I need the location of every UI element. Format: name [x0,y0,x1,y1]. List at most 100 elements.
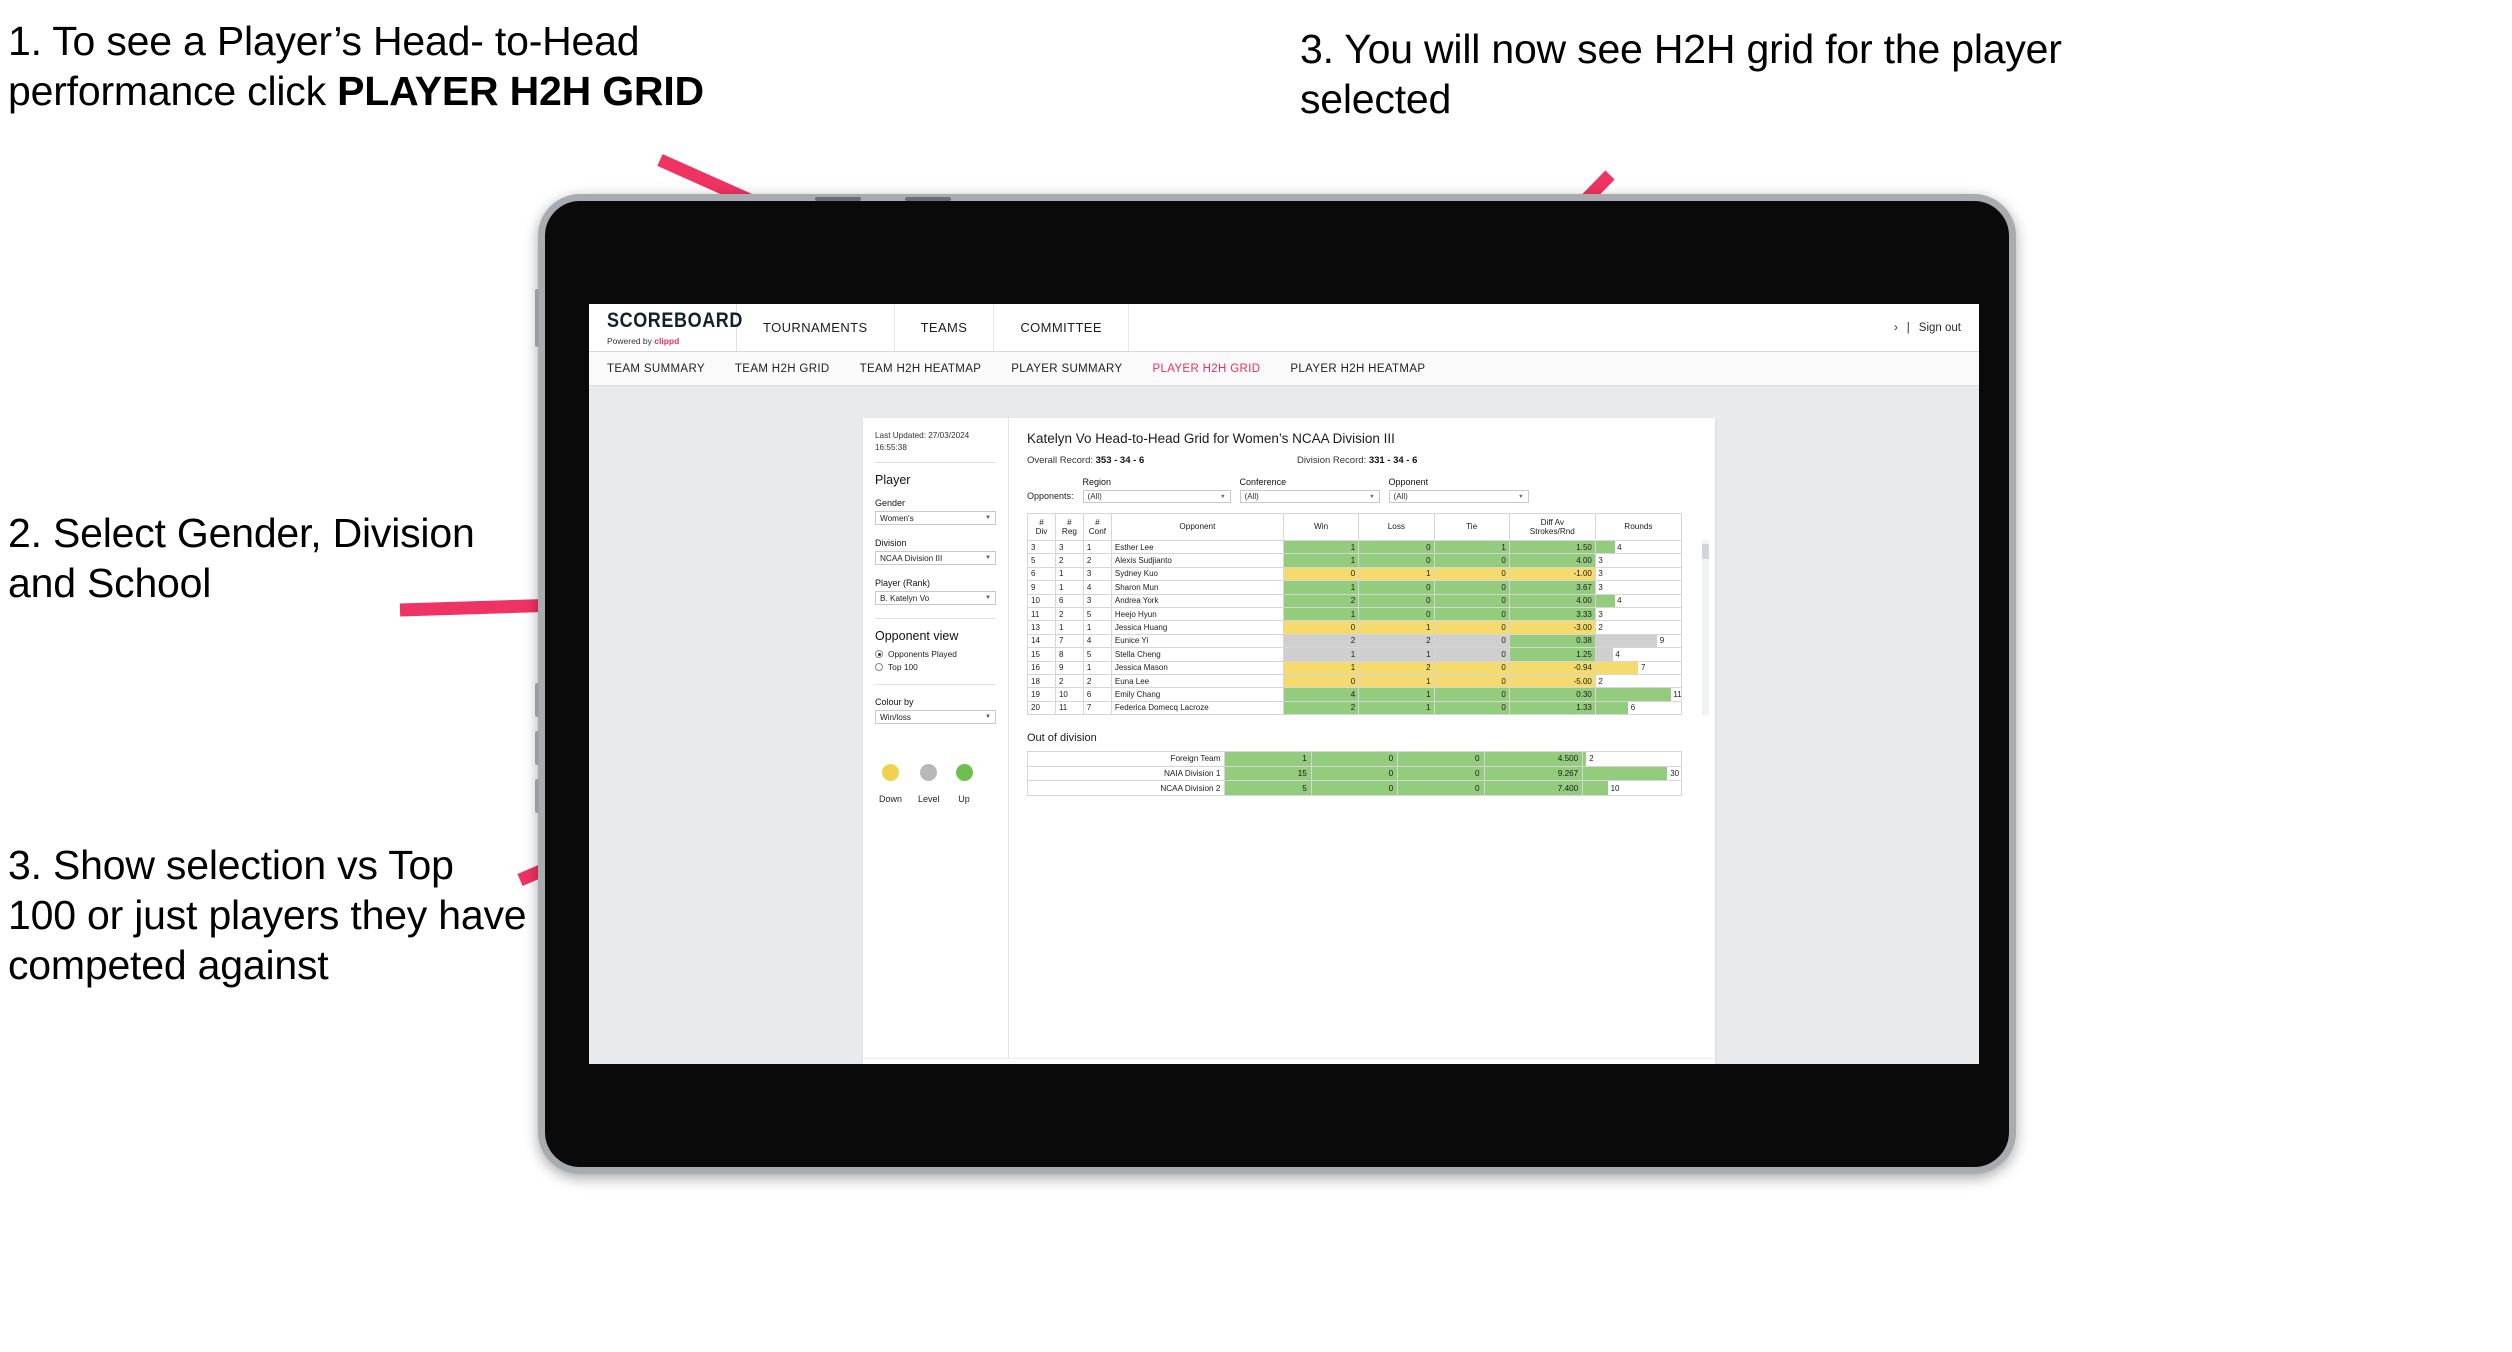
table-row[interactable]: 9 1 4 Sharon Mun 1 0 0 3.67 3 [1027,580,1683,595]
scrollbar-thumb[interactable] [1702,544,1709,559]
cell-rounds: 2 [1594,673,1683,689]
out-of-division-row[interactable]: NCAA Division 2 5 0 0 7.400 10 [1026,780,1682,796]
column-header--conf[interactable]: # Conf [1082,513,1112,541]
rounds-value: 4 [1615,649,1620,659]
opponent-label: Opponent [1388,477,1429,487]
legend-dot-down [882,764,899,782]
cell-win: 15 [1224,765,1312,782]
topnav-item-tournaments[interactable]: TOURNAMENTS [737,304,895,351]
topnav-item-committee[interactable]: COMMITTEE [994,304,1129,351]
cell-rank-reg: 6 [1054,593,1084,608]
cell-group-name: NAIA Division 1 [1026,765,1226,782]
division-select[interactable]: NCAA Division III ▼ [875,551,996,566]
cell-tie: 1 [1433,539,1510,555]
rounds-value: 30 [1670,768,1680,778]
brand-logo[interactable]: SCOREBOARD Powered by clippd [589,304,742,351]
cell-win: 2 [1282,593,1360,608]
out-of-division-row[interactable]: Foreign Team 1 0 0 4.500 2 [1026,751,1682,767]
subnav-item-team-h2h-grid[interactable]: TEAM H2H GRID [735,363,830,375]
cell-tie: 0 [1433,566,1510,582]
colour-by-select[interactable]: Win/loss ▼ [875,710,996,725]
table-row[interactable]: 20 11 7 Federica Domecq Lacroze 2 1 0 1.33 6 [1027,700,1683,716]
table-row[interactable]: 11 2 5 Heejo Hyun 1 0 0 3.33 3 [1027,606,1683,622]
table-row[interactable]: 10 6 3 Andrea York 2 0 0 4.00 4 [1027,593,1683,608]
page-title: Katelyn Vo Head-to-Head Grid for Women’s… [1027,431,1395,446]
region-select[interactable]: (All) ▼ [1082,490,1231,503]
division-value: NCAA Division III [880,553,943,563]
column-header-diff-av-strokes-rnd[interactable]: Diff Av Strokes/Rnd [1508,513,1596,541]
overall-record-value: 353 - 34 - 6 [1095,455,1145,466]
subnav-item-player-summary[interactable]: PLAYER SUMMARY [1011,363,1122,375]
player-rank-select[interactable]: B. Katelyn Vo ▼ [875,591,996,606]
cell-rank-conf: 3 [1082,566,1112,582]
rounds-value: 3 [1598,582,1603,592]
table-row[interactable]: 18 2 2 Euna Lee 0 1 0 -5.00 2 [1027,673,1683,689]
cell-win: 5 [1224,780,1312,796]
cell-rank-conf: 4 [1082,633,1112,649]
cell-win: 2 [1282,633,1360,649]
table-row[interactable]: 13 1 1 Jessica Huang 0 1 0 -3.00 2 [1027,620,1683,635]
cell-win: 4 [1282,687,1360,702]
subnav-item-team-h2h-heatmap[interactable]: TEAM H2H HEATMAP [860,363,982,375]
cell-rounds: 30 [1582,765,1682,782]
cell-rank-reg: 10 [1054,687,1084,702]
opponent-select[interactable]: (All) ▼ [1388,490,1529,503]
cell-rank-reg: 8 [1054,647,1084,662]
h2h-grid-table: # Div # Reg # Conf Opponent Win Loss Tie Diff Av St… [1027,513,1683,716]
cell-group-name: NCAA Division 2 [1026,780,1226,796]
cell-tie: 0 [1433,580,1510,595]
cell-diff: 0.38 [1508,633,1596,649]
vertical-scrollbar[interactable] [1702,540,1709,715]
rounds-value: 2 [1598,623,1603,633]
conference-select[interactable]: (All) ▼ [1239,490,1380,503]
cell-rank-div: 5 [1027,553,1056,568]
table-row[interactable]: 5 2 2 Alexis Sudjianto 1 0 0 4.00 3 [1027,553,1683,568]
column-header--reg[interactable]: # Reg [1054,513,1084,541]
bottom-toolbar: ↺ ↻ ↺ ⛃ ⛁ ▭ ▼ ⏱ ▤ View: Original ▥ Save … [863,1058,1715,1064]
cell-rounds: 3 [1594,566,1683,582]
column-header-opponent[interactable]: Opponent [1110,513,1284,541]
division-label: Division [875,538,907,549]
cell-rank-reg: 7 [1054,633,1084,649]
cell-rank-div: 13 [1027,620,1056,635]
account-chevron-icon[interactable]: › [1894,322,1898,334]
subnav-item-player-h2h-heatmap[interactable]: PLAYER H2H HEATMAP [1290,363,1425,375]
out-of-division-row[interactable]: NAIA Division 1 15 0 0 9.267 30 [1026,765,1682,782]
gender-select[interactable]: Women's ▼ [875,511,996,526]
legend-dot-level [920,764,938,782]
gender-label: Gender [875,498,906,509]
column-header-loss[interactable]: Loss [1358,513,1435,541]
gender-value: Women's [880,513,914,523]
column-header-tie[interactable]: Tie [1433,513,1510,541]
tablet-speaker-right [905,197,951,201]
cell-tie: 0 [1397,765,1485,782]
subnav-item-team-summary[interactable]: TEAM SUMMARY [607,363,705,375]
cell-win: 2 [1282,700,1360,716]
cell-win: 0 [1282,620,1360,635]
table-row[interactable]: 16 9 1 Jessica Mason 1 2 0 -0.94 7 [1027,660,1683,675]
table-row[interactable]: 6 1 3 Sydney Kuo 0 1 0 -1.00 3 [1027,566,1683,582]
cell-loss: 1 [1358,620,1435,635]
topnav-item-teams[interactable]: TEAMS [895,304,995,351]
column-header-rounds[interactable]: Rounds [1594,513,1683,541]
opponents-label: Opponents: [1027,491,1074,501]
cell-rounds: 3 [1594,553,1683,568]
column-header-win[interactable]: Win [1282,513,1360,541]
rounds-value: 2 [1589,754,1594,764]
table-row[interactable]: 3 3 1 Esther Lee 1 0 1 1.50 4 [1027,539,1683,555]
table-row[interactable]: 15 8 5 Stella Cheng 1 1 0 1.25 4 [1027,647,1683,662]
cell-tie: 0 [1433,687,1510,702]
sign-out-link[interactable]: Sign out [1919,322,1961,334]
radio-top-100[interactable]: Top 100 [875,662,996,672]
radio-opponents-played[interactable]: Opponents Played [875,649,996,659]
cell-rank-reg: 2 [1054,606,1084,622]
table-row[interactable]: 14 7 4 Eunice Yi 2 2 0 0.38 9 [1027,633,1683,649]
colour-by-value: Win/loss [880,712,911,722]
cell-tie: 0 [1433,606,1510,622]
cell-loss: 0 [1310,780,1399,796]
overall-record-label: Overall Record: [1027,455,1096,466]
subnav-item-player-h2h-grid[interactable]: PLAYER H2H GRID [1152,363,1260,375]
table-row[interactable]: 19 10 6 Emily Chang 4 1 0 0.30 11 [1027,687,1683,702]
rounds-bar [1583,781,1608,795]
column-header--div[interactable]: # Div [1027,513,1056,541]
